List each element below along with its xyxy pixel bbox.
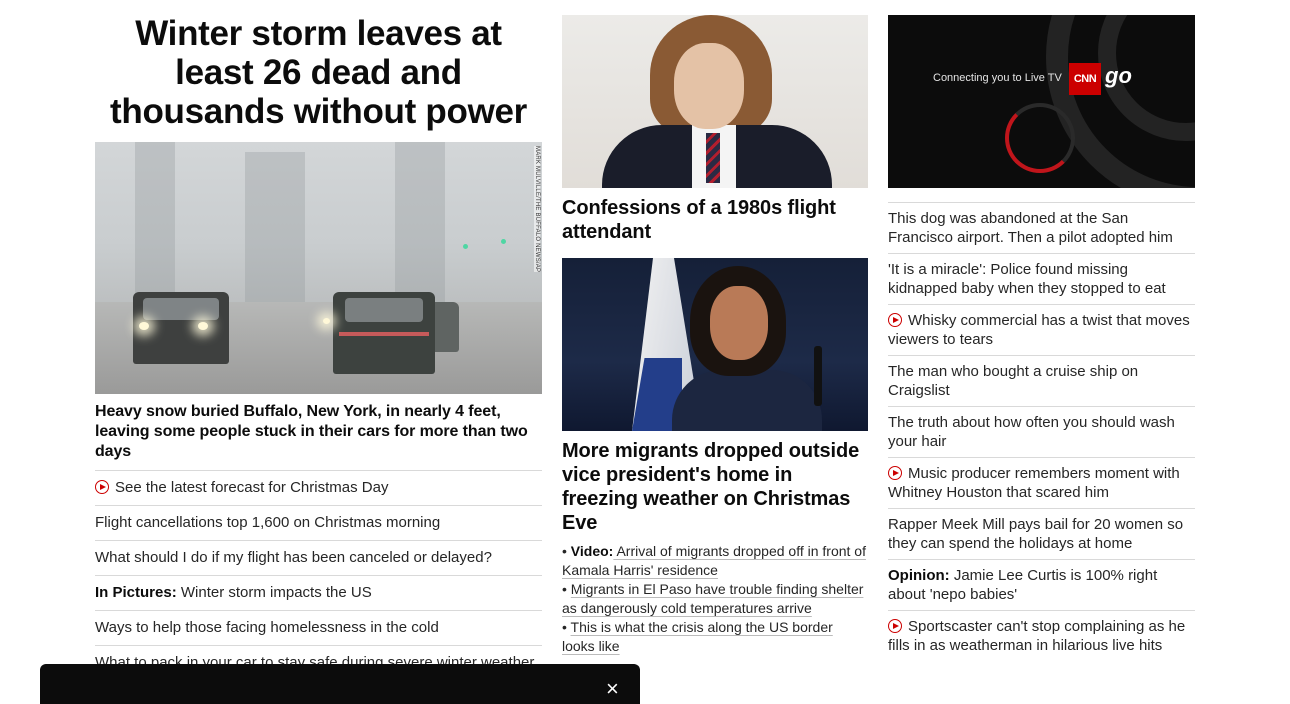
list-item[interactable]: See the latest forecast for Christmas Da… — [95, 470, 542, 505]
traffic-light — [501, 239, 506, 244]
related-bullets: • Video: Arrival of migrants dropped off… — [562, 542, 868, 656]
lead-image[interactable]: MARK MULVILLE/THE BUFFALO NEWS/AP — [95, 142, 542, 394]
loading-spinner-icon — [1005, 103, 1075, 173]
headline-list: This dog was abandoned at the San Franci… — [888, 202, 1195, 661]
list-item[interactable]: Music producer remembers moment with Whi… — [888, 457, 1195, 508]
story-title[interactable]: Confessions of a 1980s flight attendant — [562, 196, 868, 244]
flight-attendant-photo[interactable] — [562, 15, 868, 188]
list-item[interactable]: • Migrants in El Paso have trouble findi… — [562, 580, 868, 618]
close-icon[interactable]: × — [606, 678, 624, 700]
cnn-logo-icon: CNN — [1069, 63, 1101, 95]
live-tv-player[interactable]: Connecting you to Live TV CNN go — [888, 15, 1195, 188]
play-video-icon — [888, 619, 902, 633]
list-item[interactable]: This dog was abandoned at the San Franci… — [888, 202, 1195, 253]
list-item[interactable]: The man who bought a cruise ship on Crai… — [888, 355, 1195, 406]
play-video-icon — [888, 313, 902, 327]
list-item[interactable]: 'It is a miracle': Police found missing … — [888, 253, 1195, 304]
play-video-icon — [888, 466, 902, 480]
play-video-icon — [95, 480, 109, 494]
related-links-list: See the latest forecast for Christmas Da… — [95, 470, 542, 680]
right-column: Connecting you to Live TV CNN go This do… — [888, 15, 1195, 661]
go-wordmark: go — [1105, 63, 1132, 88]
lead-caption[interactable]: Heavy snow buried Buffalo, New York, in … — [95, 402, 542, 462]
story-title[interactable]: More migrants dropped outside vice presi… — [562, 439, 868, 535]
headlight — [323, 318, 330, 324]
list-item[interactable]: Sportscaster can't stop complaining as h… — [888, 610, 1195, 661]
snow-tree — [135, 142, 175, 312]
lead-story: Winter storm leaves at least 26 dead and… — [95, 14, 542, 680]
headlight — [139, 322, 149, 330]
list-item[interactable]: Rapper Meek Mill pays bail for 20 women … — [888, 508, 1195, 559]
snow-tree — [395, 142, 445, 312]
snow-tree — [245, 152, 305, 312]
list-item[interactable]: Ways to help those facing homelessness i… — [95, 610, 542, 645]
player-status: Connecting you to Live TV — [933, 72, 1062, 84]
image-credit: MARK MULVILLE/THE BUFFALO NEWS/AP — [534, 146, 540, 273]
list-item[interactable]: In Pictures: Winter storm impacts the US — [95, 575, 542, 610]
list-item[interactable]: Opinion: Jamie Lee Curtis is 100% right … — [888, 559, 1195, 610]
traffic-light — [463, 244, 468, 249]
list-item[interactable]: Whisky commercial has a twist that moves… — [888, 304, 1195, 355]
car — [333, 292, 435, 374]
middle-column: Confessions of a 1980s flight attendant … — [562, 15, 868, 656]
list-item[interactable]: • Video: Arrival of migrants dropped off… — [562, 542, 868, 580]
vice-president-photo[interactable] — [562, 258, 868, 431]
list-item[interactable]: What should I do if my flight has been c… — [95, 540, 542, 575]
list-item[interactable]: • This is what the crisis along the US b… — [562, 618, 868, 656]
headlight — [198, 322, 208, 330]
sticky-video-bar[interactable]: × — [40, 664, 640, 704]
list-item[interactable]: The truth about how often you should was… — [888, 406, 1195, 457]
list-item[interactable]: Flight cancellations top 1,600 on Christ… — [95, 505, 542, 540]
lead-headline[interactable]: Winter storm leaves at least 26 dead and… — [95, 14, 542, 131]
